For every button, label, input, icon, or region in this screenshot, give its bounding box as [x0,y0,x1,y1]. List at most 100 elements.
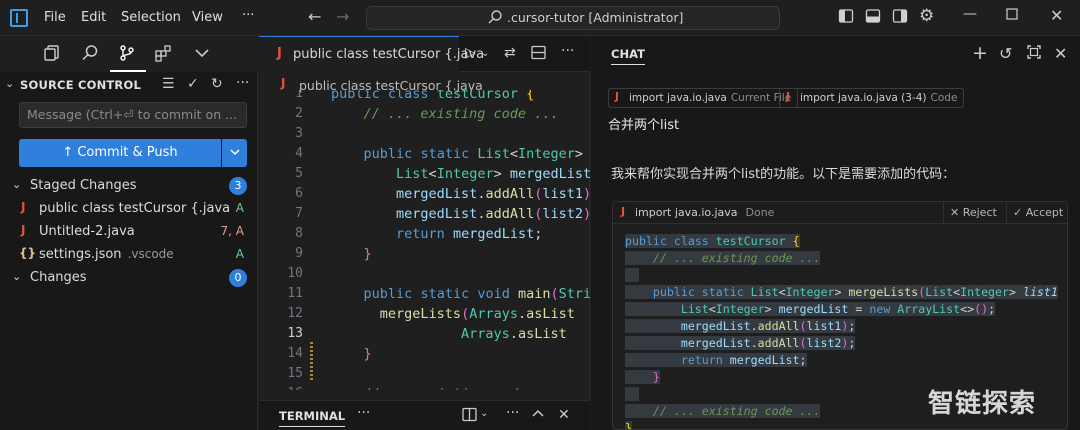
more-menu-icon[interactable]: ··· [242,8,254,23]
close-panel-icon[interactable]: ✕ [558,407,570,423]
context-chip[interactable]: J import java.io.java Current File [608,88,799,108]
context-file: import java.io.java [629,92,727,104]
java-file-icon: J [21,200,26,214]
command-center[interactable]: .cursor-tutor [Administrator] [366,6,780,30]
chevron-down-icon[interactable] [193,45,211,64]
code-block-line: mergedList.addAll(list1); [625,319,856,336]
code-line: 12 mergeLists(Arrays.asList [287,306,575,322]
changes-label: Changes [30,270,87,285]
toggle-panel-icon[interactable] [865,8,881,28]
split-terminal-icon[interactable] [462,407,477,426]
commit-message-input[interactable]: Message (Ctrl+⏎ to commit on ... [19,102,247,128]
menu-file[interactable]: File [44,10,66,25]
new-chat-icon[interactable]: + [972,42,988,64]
code-line: 2 // ... existing code ... [295,106,559,122]
staged-changes-group[interactable]: ⌄ Staged Changes 3 [0,175,258,197]
code-block-line: mergedList.addAll(list2); [625,336,856,353]
accept-button[interactable]: ✓ Accept [1006,202,1067,224]
split-editor-icon[interactable] [531,45,546,64]
tab-terminal[interactable]: TERMINAL [279,409,346,427]
commit-options-dropdown[interactable] [222,139,247,167]
file-name: public class testCursor {.java [39,201,231,216]
minimize-icon[interactable]: — [963,6,977,22]
chevron-down-icon[interactable]: ⌄ [5,77,14,90]
chat-title[interactable]: CHAT [611,47,645,65]
watermark-logo: 智链探索 [928,389,1037,419]
chat-header: CHAT + ↺ ✕ [591,36,1080,72]
source-control-icon[interactable] [118,44,136,66]
more-actions-icon[interactable]: ··· [357,405,370,421]
menu-view[interactable]: View [192,10,223,25]
code-line: 7 mergedList.addAll(list2) [295,206,590,222]
staged-changes-label: Staged Changes [30,178,137,193]
java-file-icon: J [621,205,626,218]
editor-tab[interactable]: J public class testCursor {.java [259,36,484,72]
context-chip[interactable]: J import java.io.java (3-4) Code [779,88,965,108]
forward-arrow-icon[interactable]: → [336,7,349,26]
expand-icon[interactable] [1026,44,1042,64]
reject-button[interactable]: ✕ Reject [943,202,1003,224]
changes-group[interactable]: ⌄ Changes 0 [0,267,258,289]
toggle-primary-sidebar-icon[interactable] [838,8,854,28]
code-block-line: public static List<Integer> mergeLists(L… [625,285,1058,302]
more-actions-icon[interactable]: ··· [506,405,519,421]
json-file-icon: {} [19,246,37,260]
assistant-message: 我来帮你实现合并两个list的功能。以下是需要添加的代码： [611,167,956,182]
close-window-icon[interactable]: ✕ [1050,6,1063,25]
chevron-down-icon: ⌄ [12,178,22,191]
code-block-line: } [625,421,632,429]
app-logo-icon [10,9,28,27]
file-directory: .vscode [127,247,174,261]
compare-changes-icon[interactable]: ⇄ [504,45,516,61]
file-name: Untitled-2.java [39,224,135,239]
chevron-down-icon[interactable]: ⌄ [481,48,489,59]
code-line: 3 [295,126,303,141]
more-actions-icon[interactable]: ··· [236,75,249,91]
source-control-sidebar: ⌄ SOURCE CONTROL ☰ ✓ ↻ ··· Message (Ctrl… [0,72,258,430]
file-status: A [235,201,244,215]
refresh-icon[interactable]: ↻ [211,76,223,92]
context-sub: Code [930,92,958,104]
extensions-icon[interactable] [154,44,172,66]
run-icon[interactable]: ▷ [465,45,476,61]
menu-edit[interactable]: Edit [81,10,106,25]
close-chat-icon[interactable]: ✕ [1054,44,1067,63]
source-control-header: ⌄ SOURCE CONTROL ☰ ✓ ↻ ··· [0,72,258,98]
activity-bar [0,36,258,72]
code-block-line: return mergedList; [625,353,807,370]
toggle-secondary-sidebar-icon[interactable] [892,8,908,28]
staged-file-row[interactable]: {} settings.json .vscode A [0,244,258,266]
code-line: 4 public static List<Integer> [295,146,584,162]
code-block-line: List<Integer> mergedList = new ArrayList… [625,302,996,319]
maximize-icon[interactable] [1006,8,1018,24]
code-block-file: import java.io.java [635,206,738,219]
code-block-line [625,268,639,285]
explorer-icon[interactable] [43,44,61,66]
code-block-line: } [625,370,660,387]
java-file-icon: J [21,223,26,237]
java-file-icon: J [281,76,286,90]
staged-file-row[interactable]: J public class testCursor {.java A [0,198,258,220]
view-as-list-icon[interactable]: ☰ [162,76,175,92]
editor-tab-bar: J public class testCursor {.java ▷ ⌄ ⇄ ·… [259,36,590,72]
menu-selection[interactable]: Selection [121,10,181,25]
history-icon[interactable]: ↺ [999,44,1012,63]
code-block-status: Done [745,206,775,219]
gear-icon[interactable]: ⚙ [919,6,934,26]
search-icon [488,10,502,24]
tab-label: public class testCursor {.java [293,47,485,62]
code-line: 9 } [295,246,372,262]
commit-check-icon[interactable]: ✓ [187,76,199,92]
code-line: 8 return mergedList; [295,226,543,242]
maximize-panel-icon[interactable] [531,407,545,425]
staged-file-row[interactable]: J Untitled-2.java 7, A [0,221,258,243]
chevron-down-icon[interactable]: ⌄ [480,408,488,419]
code-line: 16 // ... existing code ... [259,386,590,390]
commit-and-push-button[interactable]: ↑ Commit & Push [19,139,221,167]
back-arrow-icon[interactable]: ← [308,7,321,26]
chevron-down-icon: ⌄ [12,270,22,283]
file-status: A [235,247,244,261]
more-actions-icon[interactable]: ··· [561,43,574,59]
code-editor[interactable]: 1 public class testCursor { 2 // ... exis… [259,90,590,390]
search-icon[interactable] [81,44,99,66]
